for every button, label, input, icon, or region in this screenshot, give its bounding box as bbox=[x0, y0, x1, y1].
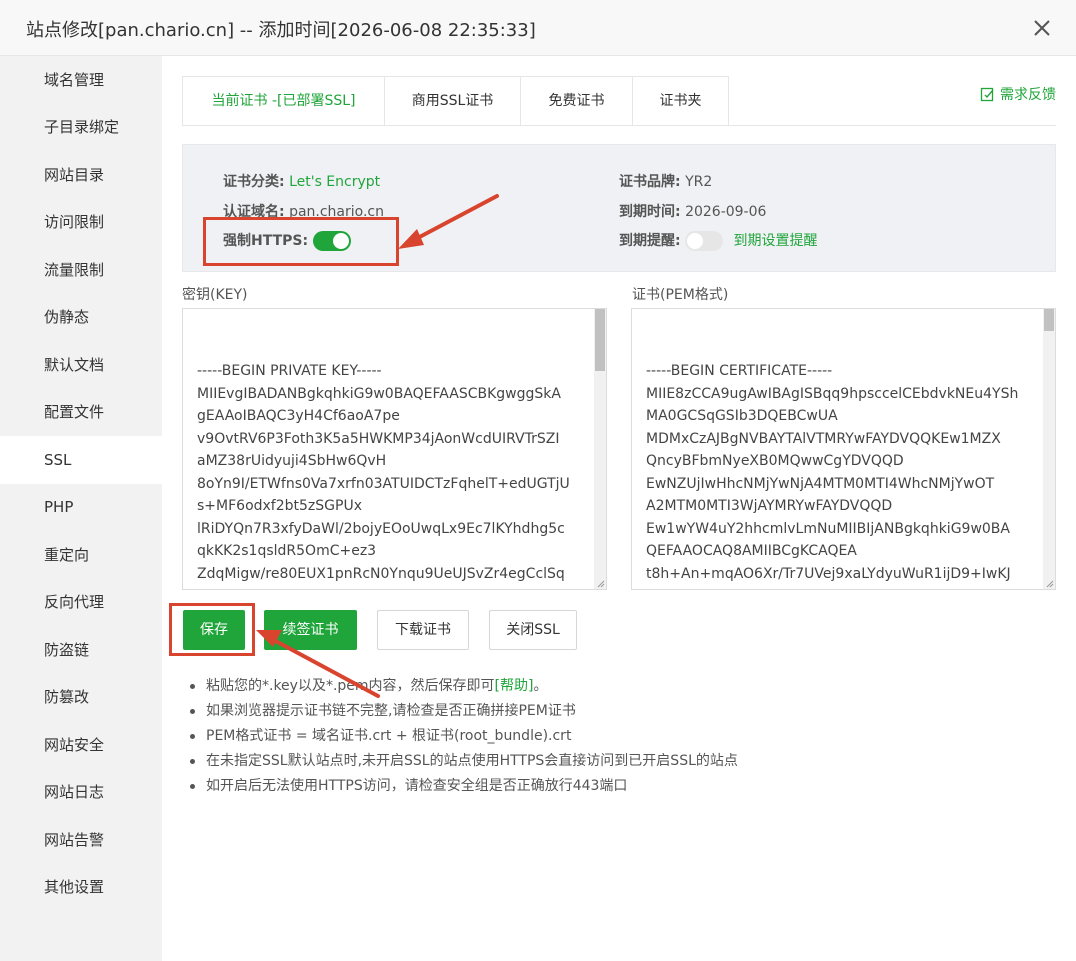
sidebar-item-rewrite[interactable]: 伪静态 bbox=[0, 293, 162, 341]
sidebar-item-site-alert[interactable]: 网站告警 bbox=[0, 816, 162, 864]
tip1-suffix: 。 bbox=[533, 678, 548, 694]
help-tips: 粘贴您的*.key以及*.pem内容，然后保存即可[帮助]。 如果浏览器提示证书… bbox=[186, 674, 738, 799]
sidebar-item-php[interactable]: PHP bbox=[0, 483, 162, 531]
close-ssl-button[interactable]: 关闭SSL bbox=[489, 610, 577, 650]
sidebar-item-site-security[interactable]: 网站安全 bbox=[0, 721, 162, 769]
tip-pem-format: PEM格式证书 = 域名证书.crt + 根证书(root_bundle).cr… bbox=[186, 724, 738, 749]
help-link[interactable]: [帮助] bbox=[495, 678, 534, 694]
sidebar-item-site-log[interactable]: 网站日志 bbox=[0, 768, 162, 816]
cert-category-label: 证书分类: bbox=[223, 174, 285, 190]
private-key-content: -----BEGIN PRIVATE KEY----- MIIEvgIBADAN… bbox=[197, 363, 570, 589]
sidebar-item-ssl[interactable]: SSL bbox=[0, 436, 162, 484]
cert-category-value: Let's Encrypt bbox=[289, 174, 381, 190]
close-icon bbox=[1034, 20, 1050, 36]
tab-current-cert[interactable]: 当前证书 -[已部署SSL] bbox=[182, 76, 385, 126]
dialog-title: 站点修改[pan.chario.cn] -- 添加时间[2026-06-08 2… bbox=[26, 20, 536, 41]
tabs-divider bbox=[182, 125, 1056, 126]
resize-grip-icon[interactable] bbox=[1044, 578, 1054, 588]
sidebar-item-hotlink[interactable]: 防盗链 bbox=[0, 626, 162, 674]
sidebar-item-default-doc[interactable]: 默认文档 bbox=[0, 341, 162, 389]
key-scrollbar[interactable] bbox=[594, 309, 606, 589]
tip-paste-key: 粘贴您的*.key以及*.pem内容，然后保存即可[帮助]。 bbox=[186, 674, 738, 699]
cert-brand-label: 证书品牌: bbox=[619, 174, 681, 190]
sidebar-item-traffic-limit[interactable]: 流量限制 bbox=[0, 246, 162, 294]
sidebar-item-reverse-proxy[interactable]: 反向代理 bbox=[0, 578, 162, 626]
cert-scroll-thumb[interactable] bbox=[1044, 309, 1054, 331]
sidebar: 域名管理 子目录绑定 网站目录 访问限制 流量限制 伪静态 默认文档 配置文件 … bbox=[0, 56, 162, 961]
cert-field-label: 证书(PEM格式) bbox=[632, 287, 729, 303]
close-button[interactable] bbox=[1028, 14, 1056, 42]
sidebar-item-other-settings[interactable]: 其他设置 bbox=[0, 863, 162, 911]
download-cert-button[interactable]: 下载证书 bbox=[377, 610, 469, 650]
toggle-knob bbox=[687, 233, 704, 249]
ssl-content: 当前证书 -[已部署SSL] 商用SSL证书 免费证书 证书夹 需求反馈 证书分… bbox=[162, 56, 1076, 961]
tip-security-group: 如开启后无法使用HTTPS访问，请检查安全组是否正确放行443端口 bbox=[186, 774, 738, 799]
sidebar-item-site-dir[interactable]: 网站目录 bbox=[0, 151, 162, 199]
cert-category-row: 证书分类: Let's Encrypt bbox=[223, 171, 380, 191]
cert-expire-label: 到期时间: bbox=[619, 204, 681, 220]
certificate-textarea[interactable]: -----BEGIN CERTIFICATE----- MIIE8zCCA9ug… bbox=[631, 308, 1056, 590]
resize-grip-icon[interactable] bbox=[595, 578, 605, 588]
cert-expire-row: 到期时间: 2026-09-06 bbox=[619, 201, 766, 221]
edit-note-icon bbox=[980, 87, 994, 102]
key-field-label: 密钥(KEY) bbox=[182, 287, 248, 303]
renew-cert-button[interactable]: 续签证书 bbox=[264, 610, 357, 650]
tab-commercial-ssl[interactable]: 商用SSL证书 bbox=[384, 76, 521, 126]
tip-default-site: 在未指定SSL默认站点时,未开启SSL的站点使用HTTPS会直接访问到已开启SS… bbox=[186, 749, 738, 774]
dialog-titlebar: 站点修改[pan.chario.cn] -- 添加时间[2026-06-08 2… bbox=[0, 0, 1076, 56]
site-edit-dialog: 站点修改[pan.chario.cn] -- 添加时间[2026-06-08 2… bbox=[0, 0, 1076, 961]
tip1-text: 粘贴您的*.key以及*.pem内容，然后保存即可 bbox=[206, 678, 495, 694]
save-button-highlight-box bbox=[169, 603, 255, 656]
sidebar-item-access-limit[interactable]: 访问限制 bbox=[0, 198, 162, 246]
tab-free-cert[interactable]: 免费证书 bbox=[520, 76, 633, 126]
cert-brand-row: 证书品牌: YR2 bbox=[619, 171, 712, 191]
private-key-textarea[interactable]: -----BEGIN PRIVATE KEY----- MIIEvgIBADAN… bbox=[182, 308, 607, 590]
force-https-highlight-box bbox=[203, 217, 399, 266]
tab-cert-folder[interactable]: 证书夹 bbox=[632, 76, 729, 126]
sidebar-item-config-file[interactable]: 配置文件 bbox=[0, 388, 162, 436]
tip-cert-chain: 如果浏览器提示证书链不完整,请检查是否正确拼接PEM证书 bbox=[186, 699, 738, 724]
expire-remind-row: 到期提醒: 到期设置提醒 bbox=[619, 230, 818, 251]
feedback-link[interactable]: 需求反馈 bbox=[980, 84, 1056, 104]
cert-scrollbar[interactable] bbox=[1043, 309, 1055, 589]
expire-remind-label: 到期提醒: bbox=[619, 233, 681, 249]
key-scroll-thumb[interactable] bbox=[595, 309, 605, 371]
sidebar-item-redirect[interactable]: 重定向 bbox=[0, 531, 162, 579]
feedback-label: 需求反馈 bbox=[1000, 87, 1056, 103]
sidebar-item-domain[interactable]: 域名管理 bbox=[0, 56, 162, 104]
sidebar-item-tamper[interactable]: 防篡改 bbox=[0, 673, 162, 721]
certificate-content: -----BEGIN CERTIFICATE----- MIIE8zCCA9ug… bbox=[646, 363, 1019, 589]
expire-remind-toggle[interactable] bbox=[685, 231, 724, 251]
cert-brand-value: YR2 bbox=[685, 174, 713, 190]
sidebar-item-subdir-binding[interactable]: 子目录绑定 bbox=[0, 103, 162, 151]
cert-expire-value: 2026-09-06 bbox=[685, 204, 767, 220]
expire-remind-link[interactable]: 到期设置提醒 bbox=[734, 233, 818, 249]
